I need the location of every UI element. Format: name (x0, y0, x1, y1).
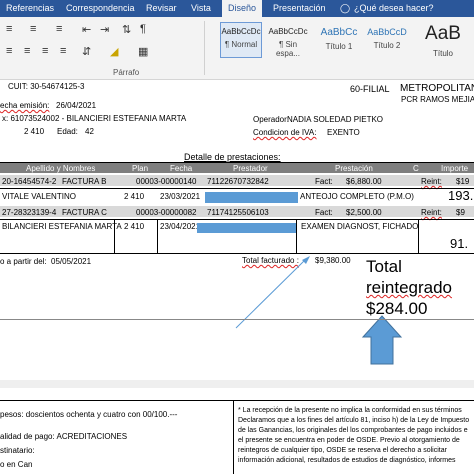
tab-correspondencia[interactable]: Correspondencia (66, 0, 135, 17)
footer-divider (233, 400, 234, 474)
style-heading-1[interactable]: AaBbCc Título 1 (318, 22, 360, 58)
tab-referencias[interactable]: Referencias (6, 0, 54, 17)
lightbulb-icon: ◯ (340, 3, 351, 13)
modalidad-text: alidad de pago: ACREDITACIONES (0, 432, 128, 441)
pointer-arrowhead (302, 256, 310, 264)
numbered-list-icon[interactable]: ≡ (30, 23, 36, 35)
style-name: Título 1 (325, 42, 353, 51)
style-no-spacing[interactable]: AaBbCcDc ¶ Sin espa... (267, 22, 309, 58)
tab-revisar[interactable]: Revisar (146, 0, 177, 17)
style-sample: AaB (425, 23, 461, 44)
multilevel-list-icon[interactable]: ≡ (56, 23, 62, 35)
style-normal[interactable]: AaBbCcDc ¶ Normal (220, 22, 262, 58)
align-right-icon[interactable]: ≡ (42, 45, 48, 57)
legal-1-text: La recepción de la presente no implica l… (242, 407, 462, 414)
borders-icon[interactable]: ▦ (138, 45, 148, 58)
justify-icon[interactable]: ≡ (60, 45, 66, 57)
legal-1: * La recepción de la presente no implica… (238, 407, 462, 414)
tab-diseno[interactable]: Diseño (222, 0, 263, 17)
ribbon-home: ≡ ≡ ≡ ⇤ ⇥ ⇅ ¶ ≡ ≡ ≡ ≡ ⇵ ◢ ▦ Párrafo AaBb… (0, 17, 474, 80)
style-sample: AaBbCc (320, 27, 358, 38)
style-sample: AaBbCcDc (221, 27, 261, 36)
pesos-text: pesos: doscientos ochenta y cuatro con 0… (0, 410, 178, 419)
style-name: ¶ Sin espa... (275, 40, 300, 58)
cuenta-text: o en Can (0, 460, 33, 469)
search-help[interactable]: ¿Qué desea hacer? (354, 0, 434, 17)
decrease-indent-icon[interactable]: ⇤ (82, 23, 91, 36)
style-heading-2[interactable]: AaBbCcD Título 2 (366, 22, 408, 58)
footer-top-border (0, 400, 474, 401)
align-left-icon[interactable]: ≡ (6, 45, 12, 57)
style-title[interactable]: AaB Título (418, 22, 468, 58)
legal-6: información adicional, resultados de est… (238, 457, 456, 464)
pilcrow-icon[interactable]: ¶ (140, 23, 146, 35)
destinatario-text: stinatario: (0, 446, 35, 455)
pointer-line (235, 259, 306, 329)
ribbon-divider (204, 21, 205, 75)
style-sample: AaBbCcDc (268, 27, 308, 36)
sort-icon[interactable]: ⇅ (122, 23, 131, 36)
ribbon-tab-bar: Referencias Correspondencia Revisar Vist… (0, 0, 474, 17)
style-name: ¶ Normal (224, 40, 258, 49)
legal-4: el presente se encuentra en poder de OSD… (238, 437, 460, 444)
align-center-icon[interactable]: ≡ (24, 45, 30, 57)
style-name: Título 2 (373, 41, 401, 50)
bullet-list-icon[interactable]: ≡ (6, 23, 12, 35)
section-divider (0, 319, 474, 320)
shading-icon[interactable]: ◢ (110, 45, 118, 58)
document-page[interactable]: CUIT: 30-54674125-3 60-FILIAL METROPOLIT… (0, 80, 474, 474)
style-sample: AaBbCcD (367, 27, 407, 37)
style-name: Título (432, 49, 453, 58)
tab-vista[interactable]: Vista (191, 0, 211, 17)
legal-2: Declaramos que a los fines del artículo … (238, 417, 470, 424)
legal-5: reintegros de cualquier tipo, OSDE se re… (238, 447, 447, 454)
increase-indent-icon[interactable]: ⇥ (100, 23, 109, 36)
up-arrow-icon (361, 315, 403, 365)
tab-presentacion[interactable]: Presentación (273, 0, 326, 17)
line-spacing-icon[interactable]: ⇵ (82, 45, 91, 58)
legal-3: de las Ganancias, los originales del los… (238, 427, 468, 434)
group-paragraph-label: Párrafo (113, 68, 140, 77)
page-gap (0, 380, 474, 388)
